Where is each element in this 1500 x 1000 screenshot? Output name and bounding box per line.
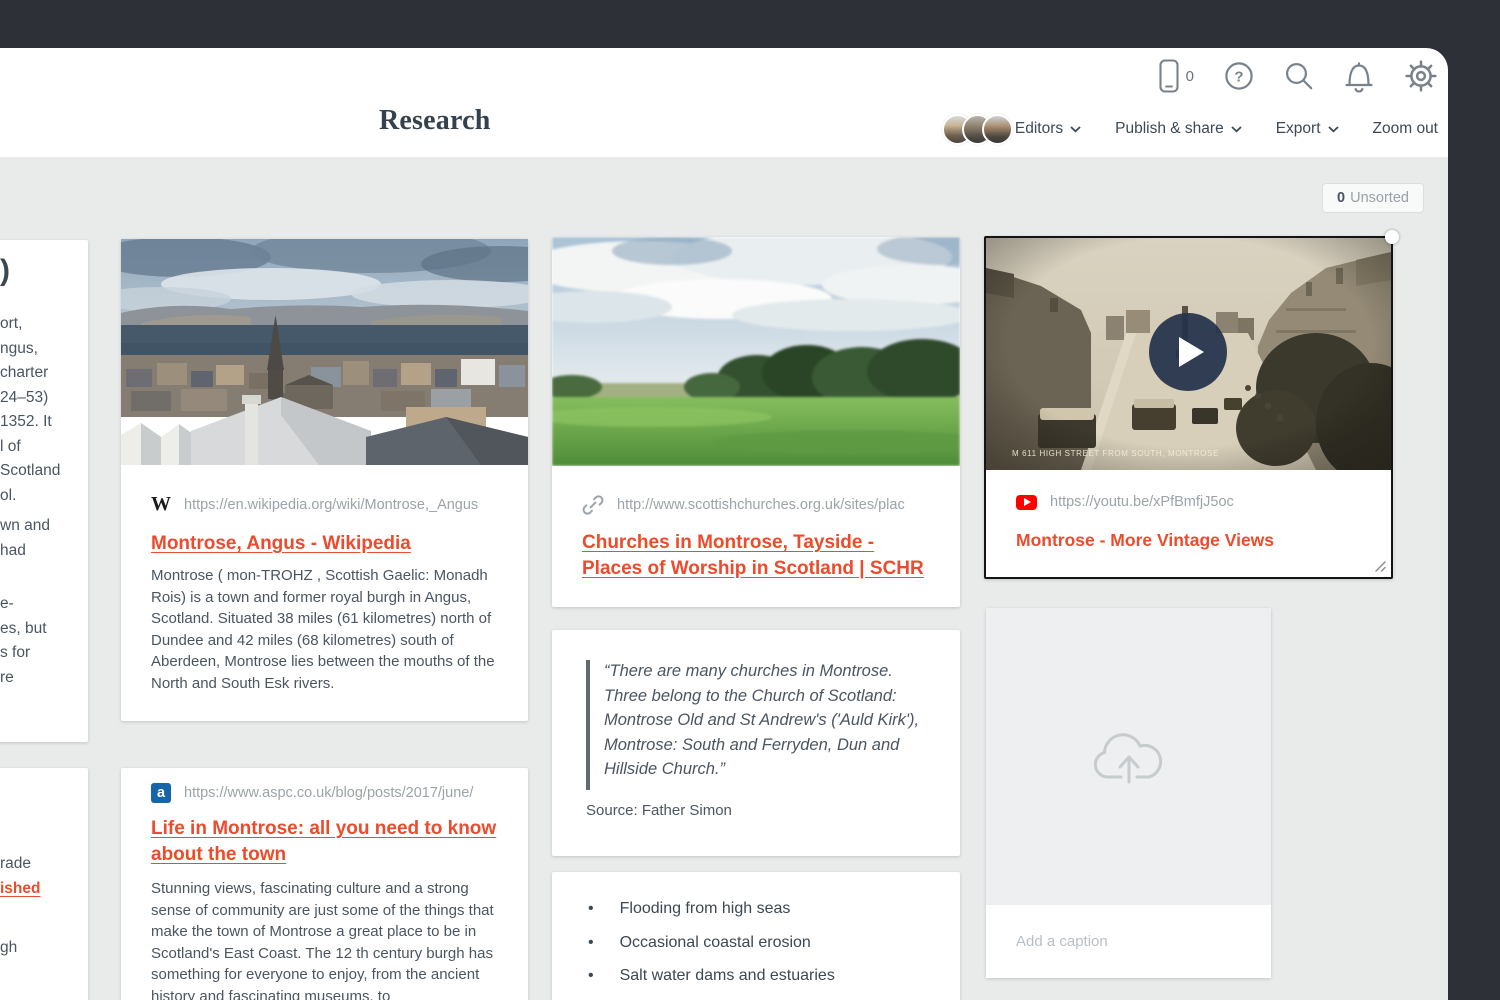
- text-fragment: wn and: [0, 514, 50, 539]
- export-label: Export: [1276, 120, 1321, 138]
- text-fragment: re: [0, 666, 47, 691]
- notifications-icon[interactable]: [1344, 59, 1374, 93]
- aspc-link-title[interactable]: Life in Montrose: all you need to know a…: [151, 818, 496, 865]
- wikipedia-card-image: [121, 239, 528, 465]
- chevron-down-icon: [1231, 126, 1242, 133]
- selection-handle[interactable]: [1385, 230, 1399, 244]
- text-fragment: ort,: [0, 312, 60, 337]
- churches-url-row: http://www.scottishchurches.org.uk/sites…: [582, 494, 932, 516]
- unread-count: 0: [1186, 68, 1194, 85]
- text-fragment: l of: [0, 435, 60, 460]
- avatar: [982, 114, 1013, 145]
- video-thumbnail[interactable]: M 611 HIGH STREET FROM SOUTH, MONTROSE: [986, 238, 1391, 470]
- settings-icon[interactable]: [1404, 59, 1438, 93]
- quote-text: “There are many churches in Montrose. Th…: [604, 659, 938, 782]
- text-fragment: ol.: [0, 484, 60, 509]
- video-card[interactable]: M 611 HIGH STREET FROM SOUTH, MONTROSE h…: [984, 236, 1393, 579]
- upload-cloud-icon: [1087, 725, 1171, 789]
- wikipedia-link-card[interactable]: W https://en.wikipedia.org/wiki/Montrose…: [121, 239, 528, 721]
- chevron-down-icon: [1328, 126, 1339, 133]
- caption-placeholder: Add a caption: [1016, 933, 1108, 950]
- text-fragment: had: [0, 539, 50, 564]
- list-item: Salt water dams and estuaries: [588, 967, 835, 1000]
- resize-handle-icon[interactable]: [1373, 559, 1387, 573]
- bullet-list: Flooding from high seas Occasional coast…: [588, 900, 835, 1000]
- caption-input[interactable]: Add a caption: [986, 905, 1271, 978]
- video-title[interactable]: Montrose - More Vintage Views: [1016, 530, 1274, 551]
- editor-avatars[interactable]: [942, 114, 1013, 145]
- text-card-partial-top[interactable]: ) ort, ngus, charter 24–53) 1352. It l o…: [0, 240, 88, 742]
- publish-share-label: Publish & share: [1115, 120, 1224, 138]
- text-fragment: e-: [0, 592, 47, 617]
- app-window: Research 0 ?: [0, 0, 1500, 1000]
- list-item-text: Flooding from high seas: [620, 900, 791, 918]
- text-fragment: s for: [0, 641, 47, 666]
- video-url: https://youtu.be/xPfBmfjJ5oc: [1050, 494, 1234, 510]
- chevron-down-icon: [1070, 126, 1081, 133]
- text-fragment: rade: [0, 852, 31, 877]
- text-fragment: 24–53): [0, 386, 60, 411]
- aspc-link-card[interactable]: a https://www.aspc.co.uk/blog/posts/2017…: [121, 768, 528, 1000]
- wikipedia-url: https://en.wikipedia.org/wiki/Montrose,_…: [184, 497, 478, 513]
- wikipedia-url-row: W https://en.wikipedia.org/wiki/Montrose…: [151, 493, 501, 516]
- link-fragment[interactable]: ished: [0, 877, 40, 902]
- aspc-favicon: a: [151, 783, 171, 803]
- churches-link-title[interactable]: Churches in Montrose, Tayside - Places o…: [582, 532, 924, 579]
- postcard-caption: M 611 HIGH STREET FROM SOUTH, MONTROSE: [1012, 449, 1219, 458]
- page-title: Research: [379, 105, 491, 137]
- editors-menu[interactable]: Editors: [1015, 120, 1081, 138]
- quote-source: Source: Father Simon: [586, 802, 732, 819]
- zoom-out-button[interactable]: Zoom out: [1373, 120, 1438, 138]
- text-fragment: es, but: [0, 617, 47, 642]
- youtube-icon: [1016, 495, 1037, 510]
- export-menu[interactable]: Export: [1276, 120, 1339, 138]
- churches-link-card[interactable]: http://www.scottishchurches.org.uk/sites…: [552, 237, 960, 607]
- aspc-url-row: a https://www.aspc.co.uk/blog/posts/2017…: [151, 783, 501, 803]
- top-chrome-bar: [0, 0, 1500, 48]
- upload-dropzone[interactable]: [986, 608, 1271, 905]
- wikipedia-link-title[interactable]: Montrose, Angus - Wikipedia: [151, 533, 411, 554]
- text-card-heading-fragment: ): [0, 254, 10, 288]
- list-item-text: Salt water dams and estuaries: [620, 967, 835, 985]
- unsorted-label: Unsorted: [1350, 190, 1409, 206]
- quote-card[interactable]: “There are many churches in Montrose. Th…: [552, 630, 960, 856]
- header-toolbar: 0 ?: [1157, 58, 1438, 94]
- churches-url: http://www.scottishchurches.org.uk/sites…: [617, 497, 905, 513]
- list-item: Flooding from high seas: [588, 900, 835, 934]
- text-fragment: gh: [0, 936, 17, 961]
- text-fragment: Scotland: [0, 459, 60, 484]
- help-icon[interactable]: ?: [1224, 61, 1254, 91]
- play-button[interactable]: [1149, 313, 1227, 391]
- editors-label: Editors: [1015, 120, 1063, 138]
- aspc-description: Stunning views, fascinating culture and …: [151, 878, 498, 1000]
- mobile-icon[interactable]: 0: [1157, 58, 1194, 94]
- upload-placeholder-card[interactable]: Add a caption: [986, 608, 1271, 978]
- unsorted-badge[interactable]: 0 Unsorted: [1322, 183, 1424, 213]
- list-item: Occasional coastal erosion: [588, 934, 835, 968]
- text-fragment: charter: [0, 361, 60, 386]
- search-icon[interactable]: [1284, 61, 1314, 91]
- video-url-row: https://youtu.be/xPfBmfjJ5oc: [1016, 494, 1356, 510]
- text-fragment: ngus,: [0, 337, 60, 362]
- play-icon: [1179, 337, 1204, 367]
- link-icon: [582, 494, 604, 516]
- text-fragment: 1352. It: [0, 410, 60, 435]
- svg-text:?: ?: [1234, 69, 1243, 86]
- bullet-list-card[interactable]: Flooding from high seas Occasional coast…: [552, 872, 960, 1000]
- aspc-url: https://www.aspc.co.uk/blog/posts/2017/j…: [184, 785, 473, 801]
- publish-share-menu[interactable]: Publish & share: [1115, 120, 1242, 138]
- wikipedia-favicon: W: [151, 493, 171, 516]
- list-item-text: Occasional coastal erosion: [620, 934, 811, 952]
- churches-card-image: [552, 237, 960, 466]
- text-card-partial-bottom[interactable]: rade ished gh: [0, 768, 88, 1000]
- quote-bar: [586, 660, 590, 790]
- unsorted-count: 0: [1337, 190, 1345, 206]
- zoom-out-label: Zoom out: [1373, 120, 1438, 138]
- header-menu-row: Editors Publish & share Export Zoom out: [942, 112, 1438, 146]
- wikipedia-description: Montrose ( mon-TROHZ , Scottish Gaelic: …: [151, 565, 498, 694]
